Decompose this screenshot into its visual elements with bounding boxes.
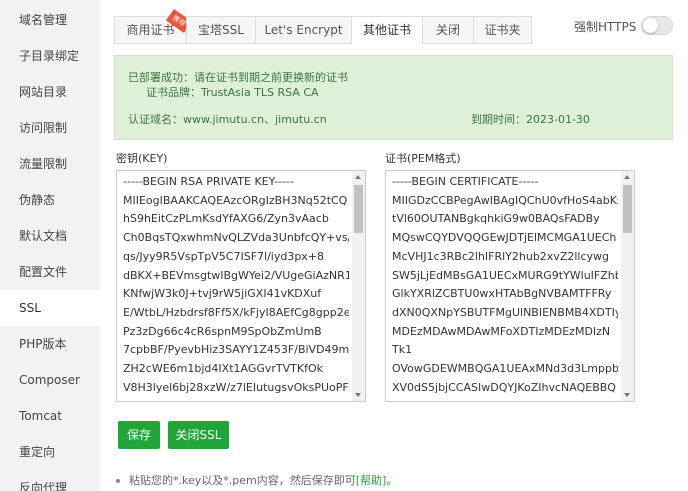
sidebar-item-composer[interactable]: Composer [0, 362, 100, 398]
tab-label: 其他证书 [362, 23, 411, 37]
scroll-thumb[interactable] [623, 185, 632, 233]
sidebar-item-access-limit[interactable]: 访问限制 [0, 110, 100, 146]
key-label: 密钥(KEY) [116, 152, 168, 165]
scroll-up-icon[interactable] [624, 175, 630, 179]
tab-lets-encrypt[interactable]: Let's Encrypt [255, 16, 351, 44]
cert-domain-value: www.jimutu.cn、jimutu.cn [183, 113, 327, 126]
cert-textarea[interactable]: -----BEGIN CERTIFICATE----- MIIGDzCCBPeg… [385, 170, 635, 402]
key-content: -----BEGIN RSA PRIVATE KEY----- MIIEogIB… [123, 175, 349, 394]
help-note: 粘贴您的*.key以及*.pem内容，然后保存即可[帮助]。 [116, 472, 397, 488]
bullet-icon [116, 479, 120, 483]
scroll-up-icon[interactable] [355, 175, 361, 179]
deploy-status-text: 请在证书到期之前更换新的证书 [194, 71, 348, 84]
tab-label: Let's Encrypt [264, 23, 343, 37]
force-https-label: 强制HTTPS [574, 20, 637, 34]
cert-brand-value: TrustAsia TLS RSA CA [201, 86, 319, 99]
save-button[interactable]: 保存 [118, 421, 160, 449]
cert-domain-line: 认证域名：www.jimutu.cn、jimutu.cn [128, 111, 327, 127]
close-ssl-button[interactable]: 关闭SSL [168, 421, 229, 449]
key-textarea[interactable]: -----BEGIN RSA PRIVATE KEY----- MIIEogIB… [116, 170, 366, 402]
tab-label: 证书夹 [484, 23, 521, 37]
sidebar-item-default-doc[interactable]: 默认文档 [0, 218, 100, 254]
sidebar-item-domain[interactable]: 域名管理 [0, 2, 100, 38]
sidebar-item-traffic-limit[interactable]: 流量限制 [0, 146, 100, 182]
cert-domain-label: 认证域名： [128, 113, 183, 126]
sidebar-item-site-dir[interactable]: 网站目录 [0, 74, 100, 110]
sidebar: 域名管理 子目录绑定 网站目录 访问限制 流量限制 伪静态 默认文档 配置文件 … [0, 0, 100, 491]
scroll-thumb[interactable] [354, 185, 363, 233]
ssl-tabs: 商用证书 推荐 宝塔SSL Let's Encrypt 其他证书 关闭 证书夹 [114, 8, 532, 44]
toggle-knob [643, 18, 658, 33]
cert-content: -----BEGIN CERTIFICATE----- MIIGDzCCBPeg… [392, 175, 618, 394]
force-https-toggle[interactable] [641, 16, 673, 35]
scroll-down-icon[interactable] [355, 393, 361, 397]
tab-commercial-cert[interactable]: 商用证书 推荐 [114, 8, 193, 44]
scroll-down-icon[interactable] [624, 393, 630, 397]
sidebar-item-config-file[interactable]: 配置文件 [0, 254, 100, 290]
cert-expire-line: 到期时间：2023-01-30 [471, 111, 590, 127]
deploy-status-line: 已部署成功：请在证书到期之前更换新的证书 [128, 69, 348, 85]
sidebar-item-ssl[interactable]: SSL [0, 290, 100, 326]
tab-other-cert[interactable]: 其他证书 [351, 16, 422, 44]
sidebar-item-rewrite[interactable]: 伪静态 [0, 182, 100, 218]
help-link[interactable]: [帮助] [356, 474, 387, 487]
cert-brand-line: 证书品牌：TrustAsia TLS RSA CA [146, 84, 319, 100]
ssl-settings-panel: 域名管理 子目录绑定 网站目录 访问限制 流量限制 伪静态 默认文档 配置文件 … [0, 0, 688, 491]
deploy-status-label: 已部署成功： [128, 71, 194, 84]
tab-label: 商用证书 [126, 23, 175, 37]
tab-close[interactable]: 关闭 [422, 16, 473, 44]
cert-info-box: 已部署成功：请在证书到期之前更换新的证书 证书品牌：TrustAsia TLS … [114, 55, 673, 140]
cert-scrollbar[interactable] [621, 171, 634, 401]
cert-brand-label: 证书品牌： [146, 86, 201, 99]
sidebar-item-tomcat[interactable]: Tomcat [0, 398, 100, 434]
sidebar-item-reverse-proxy[interactable]: 反向代理 [0, 470, 100, 491]
help-note-text: 粘贴您的*.key以及*.pem内容，然后保存即可 [129, 474, 356, 487]
key-scrollbar[interactable] [352, 171, 365, 401]
help-note-end: 。 [386, 474, 398, 487]
cert-expire-label: 到期时间： [471, 113, 526, 126]
tab-label: 宝塔SSL [198, 23, 244, 37]
cert-label: 证书(PEM格式) [385, 152, 461, 165]
tab-bt-ssl[interactable]: 宝塔SSL [186, 16, 255, 44]
sidebar-item-php-version[interactable]: PHP版本 [0, 326, 100, 362]
sidebar-item-subdir[interactable]: 子目录绑定 [0, 38, 100, 74]
cert-expire-value: 2023-01-30 [526, 113, 590, 126]
tab-label: 关闭 [435, 23, 460, 37]
tab-cert-folder[interactable]: 证书夹 [473, 16, 532, 44]
sidebar-item-redirect[interactable]: 重定向 [0, 434, 100, 470]
